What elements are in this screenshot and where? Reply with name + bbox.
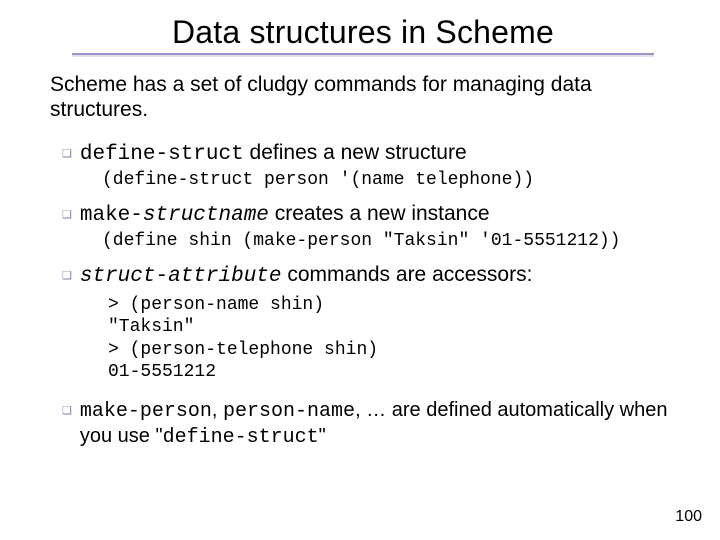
bullet-make-struct: ❑ make-structname creates a new instance	[62, 202, 686, 227]
page-number: 100	[675, 508, 702, 526]
page-title: Data structures in Scheme	[40, 14, 686, 51]
end-quote: "	[319, 425, 326, 447]
bullet-text: struct-attribute commands are accessors:	[80, 263, 533, 288]
bullet-accessors: ❑ struct-attribute commands are accessor…	[62, 263, 686, 288]
bullet-text: make-person, person-name, … are defined …	[80, 398, 686, 450]
bullet-text: define-struct defines a new structure	[80, 141, 467, 166]
slide: Data structures in Scheme Scheme has a s…	[0, 0, 720, 540]
code-make: make-	[80, 204, 143, 227]
bullet-auto-defined: ❑ make-person, person-name, … are define…	[62, 398, 686, 450]
bullet-square-icon: ❑	[62, 149, 72, 160]
bullet-square-icon: ❑	[62, 210, 72, 221]
sep: ,	[212, 399, 223, 421]
tail-text: creates a new instance	[269, 202, 490, 225]
bullet-square-icon: ❑	[62, 271, 72, 282]
tail-text: defines a new structure	[244, 141, 467, 164]
title-underline	[72, 53, 653, 55]
code-define-struct: define-struct	[80, 143, 244, 166]
code-person-name: person-name	[223, 400, 355, 423]
example-make-person: (define shin (make-person "Taksin" '01-5…	[102, 231, 686, 251]
code-structname: structname	[143, 204, 269, 227]
bullet-text: make-structname creates a new instance	[80, 202, 490, 227]
tail-text: commands are accessors:	[282, 263, 533, 286]
bullet-square-icon: ❑	[62, 406, 72, 417]
code-struct-attribute: struct-attribute	[80, 265, 282, 288]
example-define-struct: (define-struct person '(name telephone))	[102, 170, 686, 190]
example-accessors: > (person-name shin) "Taksin" > (person-…	[108, 294, 686, 384]
bullet-list: ❑ define-struct defines a new structure …	[62, 141, 686, 450]
bullet-define-struct: ❑ define-struct defines a new structure	[62, 141, 686, 166]
lead-paragraph: Scheme has a set of cludgy commands for …	[50, 73, 686, 123]
code-make-person: make-person	[80, 400, 212, 423]
code-define-struct-ref: define-struct	[163, 426, 319, 449]
